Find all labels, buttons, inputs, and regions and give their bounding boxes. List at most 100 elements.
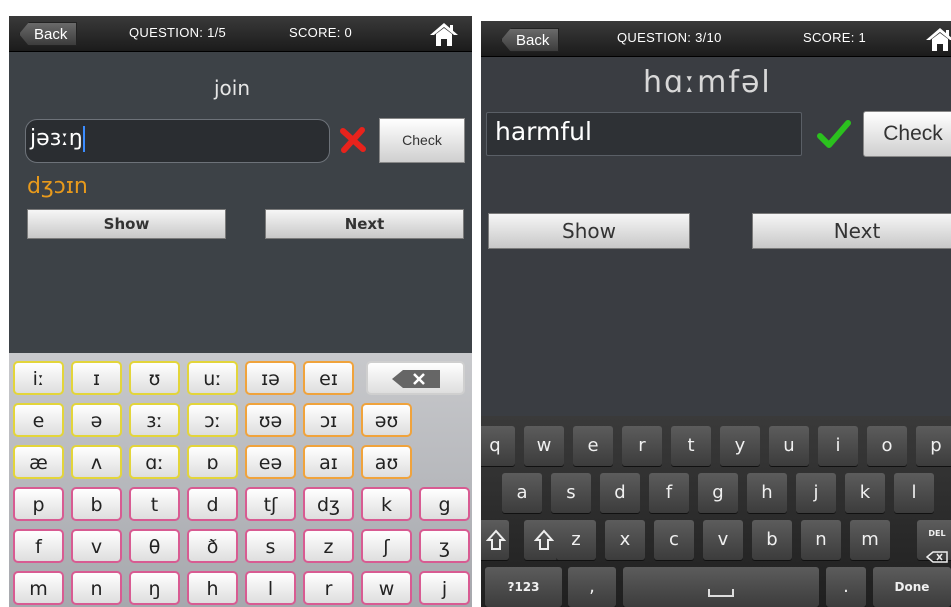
letter-key[interactable]: z [556, 520, 596, 560]
shift-icon [533, 529, 555, 550]
next-button[interactable]: Next [265, 209, 464, 239]
letter-key[interactable]: j [796, 473, 836, 513]
ipa-key[interactable]: eə [245, 445, 296, 479]
show-button[interactable]: Show [488, 213, 690, 249]
letter-key[interactable]: h [747, 473, 787, 513]
ipa-key[interactable]: m [13, 571, 64, 605]
top-bar: Back QUESTION: 3/10 SCORE: 1 [481, 21, 951, 57]
letter-key[interactable]: s [551, 473, 591, 513]
letter-key[interactable]: g [698, 473, 738, 513]
letter-key[interactable]: t [671, 426, 711, 466]
ipa-key[interactable]: n [71, 571, 122, 605]
symbols-key[interactable]: ?123 [485, 567, 562, 607]
letter-key[interactable]: x [605, 520, 645, 560]
letter-key[interactable]: y [720, 426, 760, 466]
letter-key[interactable]: i [818, 426, 858, 466]
ipa-key[interactable]: ʊə [245, 403, 296, 437]
ipa-key[interactable]: iː [13, 361, 64, 395]
answer-text: harmful [495, 117, 592, 146]
ipa-key[interactable]: aɪ [303, 445, 354, 479]
ipa-key[interactable]: ʌ [71, 445, 122, 479]
android-keyboard: ?123 , . Done DEL qwertyuiopasdfghjklzxc… [481, 416, 951, 607]
ipa-key[interactable]: t [129, 487, 180, 521]
letter-key[interactable]: w [524, 426, 564, 466]
letter-key[interactable]: c [654, 520, 694, 560]
ipa-key[interactable]: d [187, 487, 238, 521]
letter-key[interactable]: a [502, 473, 542, 513]
ipa-key[interactable]: e [13, 403, 64, 437]
letter-key[interactable]: r [622, 426, 662, 466]
ipa-key[interactable]: ʊ [129, 361, 180, 395]
comma-key[interactable]: , [568, 567, 616, 607]
check-button[interactable]: Check [863, 111, 951, 157]
ipa-key[interactable]: b [71, 487, 122, 521]
home-icon[interactable] [925, 26, 951, 52]
ipa-key[interactable]: g [419, 487, 470, 521]
letter-key[interactable]: o [867, 426, 907, 466]
check-button[interactable]: Check [379, 118, 465, 163]
letter-key[interactable]: b [752, 520, 792, 560]
ipa-key[interactable]: ɜː [129, 403, 180, 437]
letter-key[interactable]: m [850, 520, 890, 560]
space-icon [708, 589, 734, 597]
ipa-key[interactable]: eɪ [303, 361, 354, 395]
ipa-key[interactable]: w [361, 571, 412, 605]
question-word: join [214, 76, 251, 100]
ipa-key[interactable]: k [361, 487, 412, 521]
ipa-key[interactable]: r [303, 571, 354, 605]
ipa-key[interactable]: ɒ [187, 445, 238, 479]
delete-key[interactable]: DEL [917, 520, 951, 563]
phonetic-word: hɑːmfəl [643, 65, 772, 100]
shift-key-left[interactable] [481, 520, 509, 560]
letter-key[interactable]: d [600, 473, 640, 513]
letter-key[interactable]: l [894, 473, 934, 513]
ipa-key[interactable]: f [13, 529, 64, 563]
ipa-keyboard: iː ɪ ʊ uː ɪə eɪ e ə ɜː ɔː ʊə ɔɪ əʊ æ ʌ ɑː ɒ eə aɪ aʊ p b t d tʃ d… [9, 353, 472, 607]
ipa-key[interactable]: ɪə [245, 361, 296, 395]
letter-key[interactable]: v [703, 520, 743, 560]
ipa-key[interactable]: ŋ [129, 571, 180, 605]
ipa-key[interactable]: θ [129, 529, 180, 563]
ipa-key[interactable]: ɑː [129, 445, 180, 479]
space-key[interactable] [623, 567, 819, 607]
score-label: SCORE: 0 [289, 25, 353, 40]
letter-key[interactable]: k [845, 473, 885, 513]
ipa-key[interactable]: ə [71, 403, 122, 437]
ipa-key[interactable]: ʒ [419, 529, 470, 563]
ipa-key[interactable]: h [187, 571, 238, 605]
ipa-key[interactable]: uː [187, 361, 238, 395]
question-counter: QUESTION: 1/5 [129, 25, 227, 40]
ipa-key[interactable]: ð [187, 529, 238, 563]
ipa-key[interactable]: ɪ [71, 361, 122, 395]
ipa-key[interactable]: l [245, 571, 296, 605]
ipa-key[interactable]: dʒ [303, 487, 354, 521]
letter-key[interactable]: n [801, 520, 841, 560]
letter-key[interactable]: q [481, 426, 515, 466]
ipa-key[interactable]: æ [13, 445, 64, 479]
ipa-key[interactable]: tʃ [245, 487, 296, 521]
ipa-key[interactable]: aʊ [361, 445, 412, 479]
letter-key[interactable]: e [573, 426, 613, 466]
period-key[interactable]: . [826, 567, 866, 607]
show-button[interactable]: Show [27, 209, 226, 239]
back-button[interactable]: Back [19, 22, 78, 46]
ipa-key[interactable]: p [13, 487, 64, 521]
letter-key[interactable]: p [916, 426, 951, 466]
ipa-key[interactable]: ʃ [361, 529, 412, 563]
ipa-key[interactable]: j [419, 571, 470, 605]
answer-text: jəɜːŋ [30, 126, 83, 151]
ipa-key[interactable]: s [245, 529, 296, 563]
next-button[interactable]: Next [752, 213, 951, 249]
back-button[interactable]: Back [501, 28, 560, 52]
answer-input[interactable]: harmful [486, 112, 802, 156]
home-icon[interactable] [429, 21, 459, 47]
letter-key[interactable]: f [649, 473, 689, 513]
letter-key[interactable]: u [769, 426, 809, 466]
ipa-key[interactable]: ɔː [187, 403, 238, 437]
ipa-delete-key[interactable] [366, 361, 465, 395]
ipa-key[interactable]: ɔɪ [303, 403, 354, 437]
ipa-key[interactable]: z [303, 529, 354, 563]
ipa-key[interactable]: əʊ [361, 403, 412, 437]
ipa-key[interactable]: v [71, 529, 122, 563]
answer-input[interactable]: jəɜːŋ [25, 119, 330, 163]
